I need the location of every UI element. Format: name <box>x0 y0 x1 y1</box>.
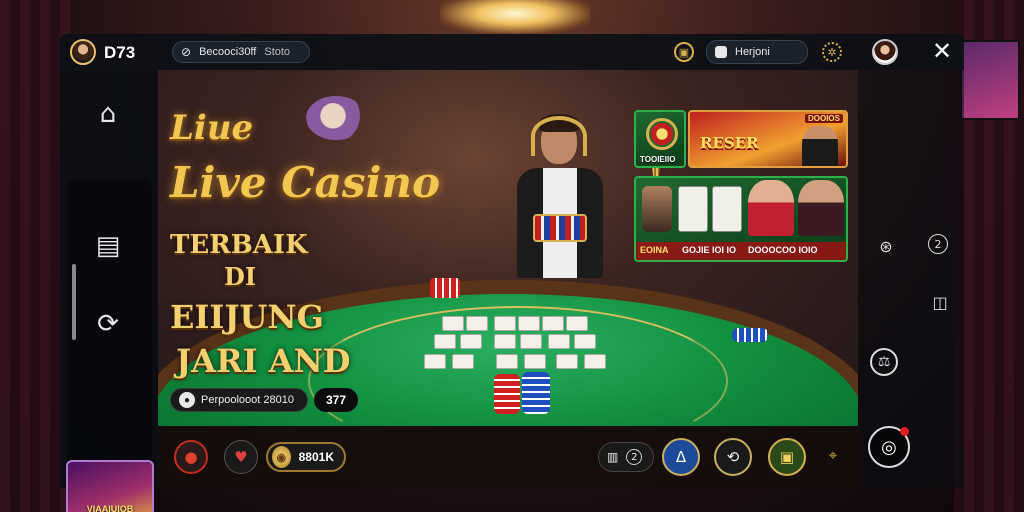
chip-stack <box>430 278 460 298</box>
user-avatar[interactable] <box>70 39 96 65</box>
chat-button[interactable]: ◎ <box>868 426 910 468</box>
search-pill[interactable]: ⊘ Becooci30ff Stoto <box>172 41 310 63</box>
promo-strip-right: DOOOCOO IOIO <box>748 245 818 255</box>
live-dealer <box>503 114 613 284</box>
promo-strip-mid: GOJIE IOI IO <box>682 245 737 255</box>
live-video-stage[interactable]: Liue Live Casino TERBAIK DI EIIJUNG JARI… <box>158 70 858 426</box>
settings-gear-icon[interactable]: ✲ <box>822 42 842 62</box>
dealer-chip-tray <box>533 214 587 242</box>
card <box>460 334 482 349</box>
camera-icon[interactable]: ⊛ <box>874 234 898 258</box>
promo-card-featured[interactable]: DOOIOS RESER <box>688 110 848 168</box>
chandelier <box>440 0 590 34</box>
promo-card-featured-title: RESER <box>700 134 759 152</box>
bet-info-icon: ● <box>179 392 195 408</box>
chip-stack <box>732 328 768 342</box>
tagline-line-3: EIIJUNG <box>170 298 324 336</box>
chip-stack <box>494 374 520 414</box>
card <box>556 354 578 369</box>
bottom-bar: ● ♥ ◉ 8801K ▥ 2 Δ ⟲ ▣ ⌖ <box>158 426 858 488</box>
logo-title: Live Casino <box>170 158 441 207</box>
undo-icon[interactable]: Δ <box>662 438 700 476</box>
card <box>452 354 474 369</box>
promo-strip: EOINA GOJIE IOI IO DOOOCOO IOIO <box>636 242 846 260</box>
confirm-bet-icon[interactable]: ▣ <box>768 438 806 476</box>
notification-badge <box>900 427 909 436</box>
favorite-heart-icon[interactable]: ♥ <box>224 440 258 474</box>
card <box>518 316 540 331</box>
headset-icon <box>531 116 587 156</box>
roulette-icon <box>646 118 678 150</box>
card <box>466 316 488 331</box>
tagline-line-1: TERBAIK <box>170 230 308 260</box>
stats-icon[interactable]: ⚖ <box>870 348 898 376</box>
menu-icon[interactable]: ⌖ <box>818 440 848 470</box>
user-id: D73 <box>104 43 136 62</box>
tagline-line-2: DI <box>224 262 257 291</box>
card <box>566 316 588 331</box>
search-label: Becooci30ff <box>199 46 257 58</box>
card <box>434 334 456 349</box>
promo-thumbnail-label: VIAAIUIOB <box>86 504 134 512</box>
profile-pill[interactable]: Herjoni <box>706 40 808 64</box>
tagline-line-4: JARI AND <box>176 342 351 380</box>
top-bar: D73 ⊘ Becooci30ff Stoto ▣ Herjoni ✲ ✕ <box>60 34 964 70</box>
card <box>542 316 564 331</box>
left-scrollbar[interactable] <box>72 264 76 340</box>
card <box>524 354 546 369</box>
history-icon[interactable]: ▤ <box>84 222 132 270</box>
chat-icon: ◎ <box>881 436 897 458</box>
game-thumb-5 <box>798 180 844 236</box>
logo-mascot <box>306 96 366 140</box>
record-icon[interactable]: ● <box>174 440 208 474</box>
game-thumb-3 <box>712 186 742 232</box>
rebet-icon[interactable]: ⟲ <box>714 438 752 476</box>
promo-strip-left: EOINA <box>640 245 669 255</box>
chip-stack <box>522 372 550 414</box>
help-icon[interactable]: 2 <box>928 234 948 254</box>
bet-info-pill: ● Perpoolooot 28010 <box>170 388 308 412</box>
card <box>548 334 570 349</box>
table-view-toggle[interactable]: ▥ 2 <box>598 442 654 472</box>
card <box>574 334 596 349</box>
split-view-icon[interactable]: ◫ <box>928 290 952 314</box>
card <box>442 316 464 331</box>
game-thumb-1 <box>642 186 672 232</box>
promo-thumbnail[interactable]: VIAAIUIOB <box>66 460 154 512</box>
bet-amount: 377 <box>314 388 359 412</box>
game-thumb-4 <box>748 180 794 236</box>
wall-screen <box>960 40 1020 120</box>
right-rail: ⊛ 2 ◫ ⚖ <box>858 70 964 488</box>
coin-icon: ◉ <box>272 446 291 468</box>
wallet-icon[interactable]: ▣ <box>674 42 694 62</box>
search-icon: ⊘ <box>181 45 192 59</box>
search-extra: Stoto <box>264 46 291 58</box>
profile-name: Herjoni <box>735 46 770 58</box>
game-thumb-2 <box>678 186 708 232</box>
promo-card-table-games[interactable]: EOINA GOJIE IOI IO DOOOCOO IOIO <box>634 176 848 262</box>
balance-value: 8801K <box>298 450 334 464</box>
dealer-avatar[interactable] <box>872 39 898 65</box>
bet-info-label: Perpoolooot 28010 <box>201 394 294 406</box>
refresh-icon[interactable]: ⟳ <box>84 300 132 348</box>
card <box>496 354 518 369</box>
game-window: D73 ⊘ Becooci30ff Stoto ▣ Herjoni ✲ ✕ ⌂ … <box>60 34 964 512</box>
close-icon[interactable]: ✕ <box>930 39 954 64</box>
promo-card-featured-tag: DOOIOS <box>804 114 843 123</box>
card <box>494 316 516 331</box>
balance-pill[interactable]: ◉ 8801K <box>266 442 346 472</box>
logo-small: Liue <box>170 108 254 148</box>
grid-count: 2 <box>626 449 643 465</box>
presenter-figure <box>802 126 838 166</box>
grid-icon: ▥ <box>607 450 619 464</box>
card <box>494 334 516 349</box>
card <box>520 334 542 349</box>
left-rail: ⌂ ▤ ⟳ VIAAIUIOB <box>60 70 158 512</box>
promo-card-roulette-label: TOOIEIIO <box>640 155 676 164</box>
promo-card-roulette[interactable]: TOOIEIIO <box>634 110 686 168</box>
card <box>424 354 446 369</box>
profile-icon <box>715 46 727 58</box>
home-icon[interactable]: ⌂ <box>84 90 132 138</box>
card <box>584 354 606 369</box>
